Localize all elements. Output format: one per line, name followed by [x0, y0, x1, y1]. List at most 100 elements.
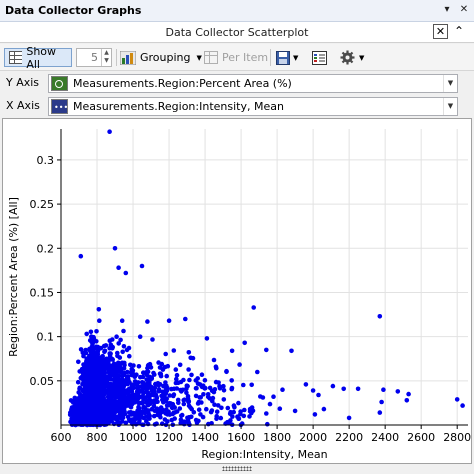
y-axis-value: Measurements.Region:Percent Area (%) [73, 77, 292, 90]
table-grid-icon [9, 51, 23, 64]
count-stepper[interactable]: 5 ▲ ▼ [76, 48, 112, 67]
data-point [236, 416, 242, 421]
data-point [102, 377, 107, 383]
data-point [264, 347, 269, 353]
toolbar: Show All 5 ▲ ▼ Grouping ▼ Per Item ▼ ▼ [0, 44, 474, 71]
x-tick-label: 2200 [335, 431, 363, 444]
save-button[interactable]: ▼ [276, 48, 298, 67]
data-point [214, 409, 220, 415]
data-point [280, 387, 285, 393]
data-point [117, 355, 123, 360]
data-point [210, 398, 215, 404]
data-point [204, 406, 209, 412]
data-point [171, 392, 177, 397]
data-point [85, 417, 90, 423]
data-point [208, 409, 214, 415]
data-point [136, 364, 142, 369]
panel-collapse-icon[interactable]: ⌃ [452, 24, 466, 39]
data-point [171, 410, 176, 416]
data-point [91, 336, 97, 342]
y-tick-label: 0.2 [37, 242, 55, 255]
data-point [231, 403, 237, 408]
show-all-label: Show All [26, 44, 57, 71]
data-point [130, 385, 136, 390]
x-tick-label: 600 [51, 431, 72, 444]
data-point [140, 384, 146, 389]
per-item-button[interactable]: Per Item [204, 48, 268, 67]
data-point [229, 385, 235, 391]
data-point [122, 409, 127, 415]
data-point [101, 343, 107, 349]
resize-grip[interactable] [222, 466, 252, 471]
data-point [196, 407, 202, 413]
data-point [185, 394, 191, 399]
data-point [107, 346, 112, 351]
data-point [379, 399, 384, 405]
data-point [75, 417, 80, 422]
data-point [116, 341, 121, 346]
data-point [237, 362, 242, 367]
data-point [140, 401, 145, 406]
data-point [227, 411, 233, 417]
data-point [225, 405, 231, 411]
data-point [247, 406, 253, 412]
data-point [120, 419, 125, 424]
window-close-icon[interactable]: ✕ [457, 3, 471, 17]
data-point [186, 399, 191, 404]
x-axis-dropdown-icon[interactable]: ▼ [443, 98, 457, 115]
data-point [303, 382, 309, 387]
data-point [199, 400, 204, 405]
scatterplot-panel[interactable]: 600 800 1000 1200 1400 1600 1800 2000 2200 2400 26… [2, 118, 472, 464]
scatterplot[interactable]: 600 800 1000 1200 1400 1600 1800 2000 2200 2400 26… [3, 119, 471, 463]
y-axis-title: Region:Percent Area (%) [All] [7, 197, 20, 357]
data-point [236, 400, 241, 406]
data-point [169, 405, 175, 411]
data-points [67, 129, 465, 428]
data-point [97, 384, 102, 390]
data-point [95, 354, 101, 360]
grouping-button[interactable]: Grouping ▼ [120, 48, 202, 67]
data-point [73, 410, 79, 415]
data-point [121, 379, 126, 384]
data-point [242, 407, 247, 413]
show-all-button[interactable]: Show All [4, 45, 72, 71]
data-point [145, 319, 150, 324]
data-point [86, 375, 92, 381]
data-point [112, 246, 118, 251]
data-point [172, 416, 177, 421]
data-point [158, 405, 164, 410]
data-point [109, 402, 115, 408]
data-point [113, 417, 119, 422]
data-point [131, 395, 136, 400]
x-axis-select[interactable]: ••• Measurements.Region:Intensity, Mean … [48, 97, 458, 116]
data-point [92, 385, 97, 391]
data-point [186, 403, 192, 409]
per-item-label: Per Item [222, 51, 269, 64]
data-point [106, 370, 112, 375]
legend-button[interactable] [312, 48, 327, 67]
data-point [120, 371, 126, 376]
data-point [119, 318, 125, 323]
data-point [141, 415, 147, 421]
y-tick-label: 0.05 [30, 375, 55, 388]
data-point [164, 373, 169, 379]
data-point [238, 411, 243, 417]
data-point [181, 419, 187, 425]
data-point [165, 363, 171, 369]
settings-button[interactable]: ▼ [340, 48, 364, 67]
data-point [195, 376, 200, 381]
data-point [264, 411, 269, 416]
y-tick-label: 0.1 [37, 331, 55, 344]
data-point [108, 351, 113, 356]
data-point [88, 411, 94, 417]
save-dropdown-icon: ▼ [293, 53, 299, 62]
data-point [173, 380, 179, 386]
y-axis-select[interactable]: Measurements.Region:Percent Area (%) ▼ [48, 74, 458, 93]
stepper-arrows-icon[interactable]: ▲ ▼ [101, 49, 111, 66]
y-axis-dropdown-icon[interactable]: ▼ [443, 75, 457, 92]
window-menu-icon[interactable]: ▾ [440, 3, 454, 17]
data-point [131, 363, 136, 368]
grouping-label: Grouping [140, 51, 191, 64]
panel-close-icon[interactable]: ✕ [433, 24, 448, 39]
data-point [377, 410, 383, 415]
